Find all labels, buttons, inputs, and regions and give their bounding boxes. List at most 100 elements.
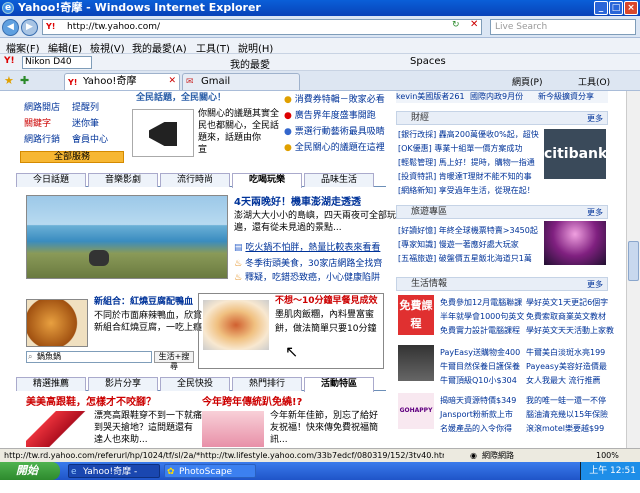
tools-menu[interactable]: 工具(O)	[578, 75, 610, 88]
models-ad-image[interactable]	[398, 345, 434, 381]
travel-link[interactable]: [五福旅遊] 破盤價五星飯北海道只1萬	[398, 253, 532, 264]
promo-link[interactable]: 消費券特輯－敗家必看	[295, 95, 385, 105]
promo-title[interactable]: 全民話題，全民關心！	[136, 93, 226, 104]
scrollbar-thumb[interactable]	[628, 241, 639, 281]
travel-link[interactable]: [專家知識] 慢遊一著應好處大玩家	[398, 239, 519, 250]
page-menu[interactable]: 網頁(P)	[512, 75, 542, 88]
free-course-ad-image[interactable]: 免費課程	[398, 295, 434, 335]
high-heels-image[interactable]	[26, 411, 88, 447]
stock-link[interactable]: [銀行改採] 轟高200萬優收0%起，超快	[398, 129, 539, 140]
tab-hot-ranking[interactable]: 熱門排行	[232, 377, 302, 391]
tab-today-topic[interactable]: 今日話題	[16, 173, 86, 187]
life-more-link[interactable]: 更多	[587, 278, 603, 291]
menu-help[interactable]: 說明(H)	[238, 40, 273, 55]
feature-link[interactable]: 釋疑，吃錯恐致癌，小心健康陷阱	[245, 273, 380, 283]
travel-link[interactable]: [好讀好憶] 年終全球機票特賣>3450起	[398, 225, 538, 236]
sub1-title[interactable]: 新組合：紅燒豆腐配鴨血	[94, 297, 193, 308]
life-link[interactable]: 牛爾美白淡斑水亮199	[526, 347, 605, 358]
refresh-icon[interactable]: ↻	[452, 20, 460, 30]
add-favorite-icon[interactable]: ✚	[20, 74, 29, 87]
gohappy-ad-image[interactable]: GOHAPPY	[398, 393, 434, 429]
stop-icon[interactable]: ✕	[470, 19, 478, 30]
life-link[interactable]: 半年就學會1000句英文	[440, 311, 524, 322]
nav-link[interactable]: 關鍵字	[24, 119, 51, 130]
travel-more-link[interactable]: 更多	[587, 206, 603, 219]
tab-lifestyle[interactable]: 品味生活	[304, 173, 374, 187]
life-link[interactable]: 我的唯一蛙一還一不停	[526, 395, 606, 406]
stock-link[interactable]: [OK優惠] 專業十組單一價方案成功	[398, 143, 522, 154]
favorites-star-icon[interactable]: ★	[4, 74, 14, 87]
menu-file[interactable]: 檔案(F)	[6, 40, 40, 55]
close-button[interactable]: ×	[624, 1, 638, 15]
life-link[interactable]: 免費參加12月電腦聯課	[440, 297, 522, 308]
url-input[interactable]: Y! http://tw.yahoo.com/	[42, 19, 482, 35]
menu-favorites[interactable]: 我的最愛(A)	[132, 40, 187, 55]
tab-featured[interactable]: 精選推薦	[16, 377, 86, 391]
taskbar-ie-window[interactable]: e Yahoo!奇摩 - Windo...	[68, 464, 160, 491]
tofu-duck-blood-image[interactable]	[26, 299, 88, 347]
promo-link[interactable]: 票選行動藝術最具吸睛	[295, 127, 385, 137]
life-link[interactable]: 學好英文1天更記6個字	[526, 297, 608, 308]
life-link[interactable]: Jansport粉新款上市	[440, 409, 513, 420]
menu-tools[interactable]: 工具(T)	[196, 40, 230, 55]
life-link[interactable]: 腦油清充幾以15年保險	[526, 409, 608, 420]
stock-more-link[interactable]: 更多	[587, 112, 603, 125]
nav-link[interactable]: 網路開店	[24, 103, 60, 114]
life-link[interactable]: Payeasy美容好造價最	[526, 361, 607, 372]
bottom-right-title[interactable]: 今年跨年傳統趴免繞!?	[202, 397, 302, 408]
nav-link[interactable]: 網路行銷	[24, 135, 60, 146]
back-arrow-icon[interactable]: ◀	[2, 19, 19, 36]
life-link[interactable]: 名媛產品的入令你得	[440, 423, 512, 434]
stock-link[interactable]: [投資特訊] 肯暖達T理財不能不知的事	[398, 171, 532, 182]
recipe-search-input[interactable]: ⌕ 鍋魚鍋	[26, 351, 152, 363]
tab-music[interactable]: 音樂影劇	[88, 173, 158, 187]
all-services-button[interactable]: 全部服務	[20, 151, 124, 163]
new-year-image[interactable]	[202, 411, 264, 447]
vertical-scrollbar[interactable]	[626, 91, 640, 448]
nav-link[interactable]: 會員中心	[72, 135, 108, 146]
forward-arrow-icon[interactable]: ▶	[21, 19, 38, 36]
yahoo-toolbar-icon[interactable]: Y!	[4, 56, 15, 66]
feature-link[interactable]: 吃火鍋不怕胖，熱量比較表來看看	[245, 243, 380, 253]
life-link[interactable]: 牛爾目然保養日護保養	[440, 361, 520, 372]
menu-view[interactable]: 檢視(V)	[90, 40, 125, 55]
tab-video-share[interactable]: 影片分享	[88, 377, 158, 391]
concert-image[interactable]	[544, 221, 606, 265]
stock-link[interactable]: [網絡新知] 享受過年生活，從現在起！	[398, 185, 535, 196]
live-search-input[interactable]: Live Search	[490, 19, 636, 35]
citibank-ad-image[interactable]: citibank	[544, 129, 607, 179]
promo-link[interactable]: 全民關心的議題在這裡	[295, 143, 385, 153]
life-link[interactable]: 牛爾頂級Q10小$304	[440, 375, 517, 386]
sub2-title[interactable]: 不想～10分鐘早餐見成效	[275, 296, 378, 307]
close-tab-icon[interactable]: ✕	[168, 74, 176, 89]
toolbar-favorites[interactable]: 我的最愛	[230, 56, 270, 71]
penghu-scooter-image[interactable]	[26, 195, 228, 279]
megaphone-image[interactable]	[132, 109, 194, 157]
life-link[interactable]: 滾滾motel樂要越$99	[526, 423, 604, 434]
feature-link[interactable]: 冬季街頭美食，30家店網路全找齊	[245, 259, 382, 269]
promo-link[interactable]: 廣告界年度盛事開跑	[295, 111, 376, 121]
nav-link[interactable]: 提醒列	[72, 103, 99, 114]
minimize-button[interactable]: _	[594, 1, 608, 15]
taskbar-photoscape[interactable]: ✿ PhotoScape	[164, 464, 256, 478]
zoom-level[interactable]: 100%	[596, 449, 619, 462]
life-link[interactable]: 免費索取商業英文教材	[526, 311, 606, 322]
life-link[interactable]: 免費實力設計電腦課程	[440, 325, 520, 336]
life-link[interactable]: PayEasy送購物金400	[440, 347, 520, 358]
tab-gmail[interactable]: ✉ Gmail	[182, 73, 300, 90]
stock-link[interactable]: [輕鬆管理] 馬上好！提時，購物一指通	[398, 157, 535, 168]
nav-link[interactable]: 迷你筆	[72, 119, 99, 130]
tab-quick-vote[interactable]: 全民快投	[160, 377, 230, 391]
window-titlebar[interactable]: e Yahoo!奇摩 - Windows Internet Explorer _…	[0, 0, 640, 16]
tab-yahoo[interactable]: Y! Yahoo!奇摩 ✕	[64, 73, 180, 90]
feature-headline[interactable]: 4天兩晚好！機車澎湖走透透	[234, 197, 361, 208]
start-button[interactable]: 開始	[0, 462, 60, 480]
toolbar-spaces[interactable]: Spaces	[410, 56, 446, 67]
tab-food-fun[interactable]: 吃喝玩樂	[232, 173, 302, 188]
life-link[interactable]: 學好英文天天活動上家教	[526, 325, 614, 336]
burrito-image[interactable]	[203, 300, 269, 350]
tab-events[interactable]: 活動特區	[304, 377, 374, 392]
life-link[interactable]: 揭暗天資源特價$349	[440, 395, 516, 406]
toolbar-search-input[interactable]: Nikon D40	[22, 56, 92, 69]
menu-edit[interactable]: 編輯(E)	[48, 40, 82, 55]
